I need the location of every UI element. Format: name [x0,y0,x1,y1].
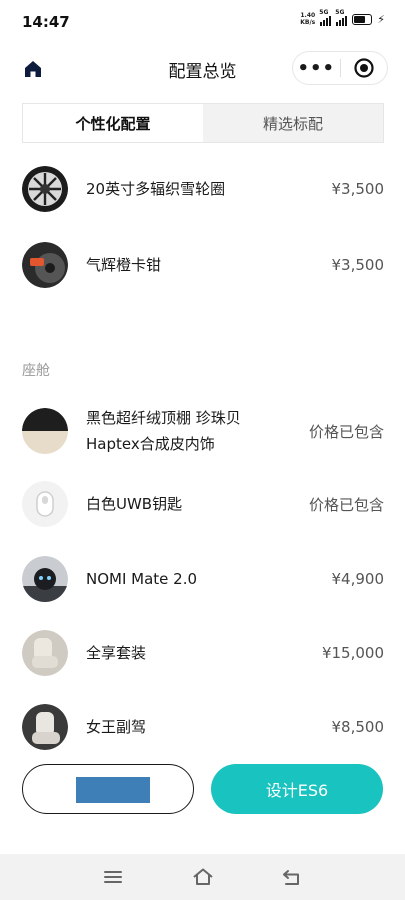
item-name: 白色UWB钥匙 [86,495,183,513]
battery-icon [352,13,373,25]
item-name: 气辉橙卡钳 [86,256,162,274]
wheel-thumbnail [22,166,68,212]
list-item[interactable]: 白色UWB钥匙 价格已包含 [22,481,384,527]
status-bar: 14:47 1.40 KB/s 5G 5G ⚡ [0,0,405,44]
item-name: 20英寸多辐织雪轮圈 [86,180,226,198]
secondary-button[interactable] [22,764,194,814]
status-icons: 1.40 KB/s 5G 5G ⚡ [300,9,385,26]
navigation-bar: 配置总览 ••• [0,46,405,90]
list-item[interactable]: 气辉橙卡钳 ¥3,500 [22,242,384,288]
home-nav-icon[interactable] [192,866,214,888]
item-name: 全享套装 [86,644,147,662]
item-price: 价格已包含 [308,495,384,514]
section-title-cabin: 座舱 [22,363,50,379]
item-price: ¥8,500 [331,718,385,736]
mini-program-capsule: ••• [292,51,388,85]
config-tabs: 个性化配置 精选标配 [22,103,384,143]
interior-thumbnail [22,408,68,454]
design-es6-button[interactable]: 设计ES6 [211,764,383,814]
bottom-action-bar: 设计ES6 [0,750,405,855]
list-item[interactable]: 女王副驾 ¥8,500 [22,704,384,750]
back-icon[interactable] [281,866,303,888]
item-name: 黑色超纤绒顶棚 珍珠贝 Haptex合成皮内饰 [86,409,241,453]
key-thumbnail [22,481,68,527]
item-price: ¥3,500 [331,256,385,274]
more-options-icon[interactable]: ••• [293,58,340,79]
status-time: 14:47 [22,13,70,31]
list-item[interactable]: NOMI Mate 2.0 ¥4,900 [22,556,384,602]
signal-icon: 5G [319,9,332,26]
queen-seat-thumbnail [22,704,68,750]
charging-icon: ⚡ [377,12,385,26]
network-speed: 1.40 KB/s [300,12,316,26]
seat-package-thumbnail [22,630,68,676]
menu-icon[interactable] [102,866,124,888]
item-name: NOMI Mate 2.0 [86,570,198,588]
item-price: 价格已包含 [308,422,384,441]
caliper-thumbnail [22,242,68,288]
item-price: ¥15,000 [321,644,384,662]
list-item[interactable]: 黑色超纤绒顶棚 珍珠贝 Haptex合成皮内饰 价格已包含 [22,405,384,457]
tab-personalized[interactable]: 个性化配置 [23,104,203,142]
item-name: 女王副驾 [86,718,147,736]
item-price: ¥3,500 [331,180,385,198]
close-target-icon[interactable] [341,57,388,79]
tab-standard[interactable]: 精选标配 [203,104,383,142]
system-navigation-bar [0,854,405,900]
list-item[interactable]: 20英寸多辐织雪轮圈 ¥3,500 [22,166,384,212]
redacted-label [76,777,150,803]
signal-icon: 5G [335,9,348,26]
list-item[interactable]: 全享套装 ¥15,000 [22,630,384,676]
item-price: ¥4,900 [331,570,385,588]
nomi-thumbnail [22,556,68,602]
